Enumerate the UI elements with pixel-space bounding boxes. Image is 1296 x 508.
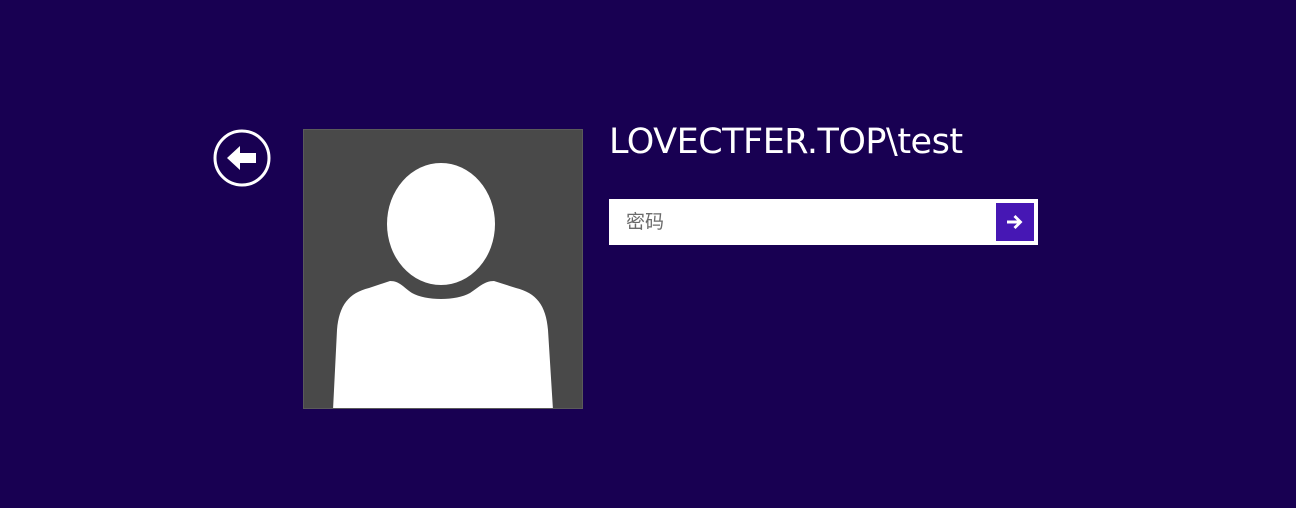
user-avatar bbox=[303, 129, 583, 409]
arrow-right-icon bbox=[1007, 215, 1023, 229]
submit-button[interactable] bbox=[996, 203, 1034, 241]
username-label: LOVECTFER.TOP\test bbox=[609, 122, 963, 162]
password-input[interactable] bbox=[613, 203, 995, 241]
lock-screen: LOVECTFER.TOP\test bbox=[0, 0, 1296, 508]
back-button[interactable] bbox=[213, 129, 271, 187]
password-field-container bbox=[609, 199, 1038, 245]
back-arrow-circle-icon bbox=[213, 129, 271, 187]
default-user-avatar-icon bbox=[333, 163, 553, 408]
